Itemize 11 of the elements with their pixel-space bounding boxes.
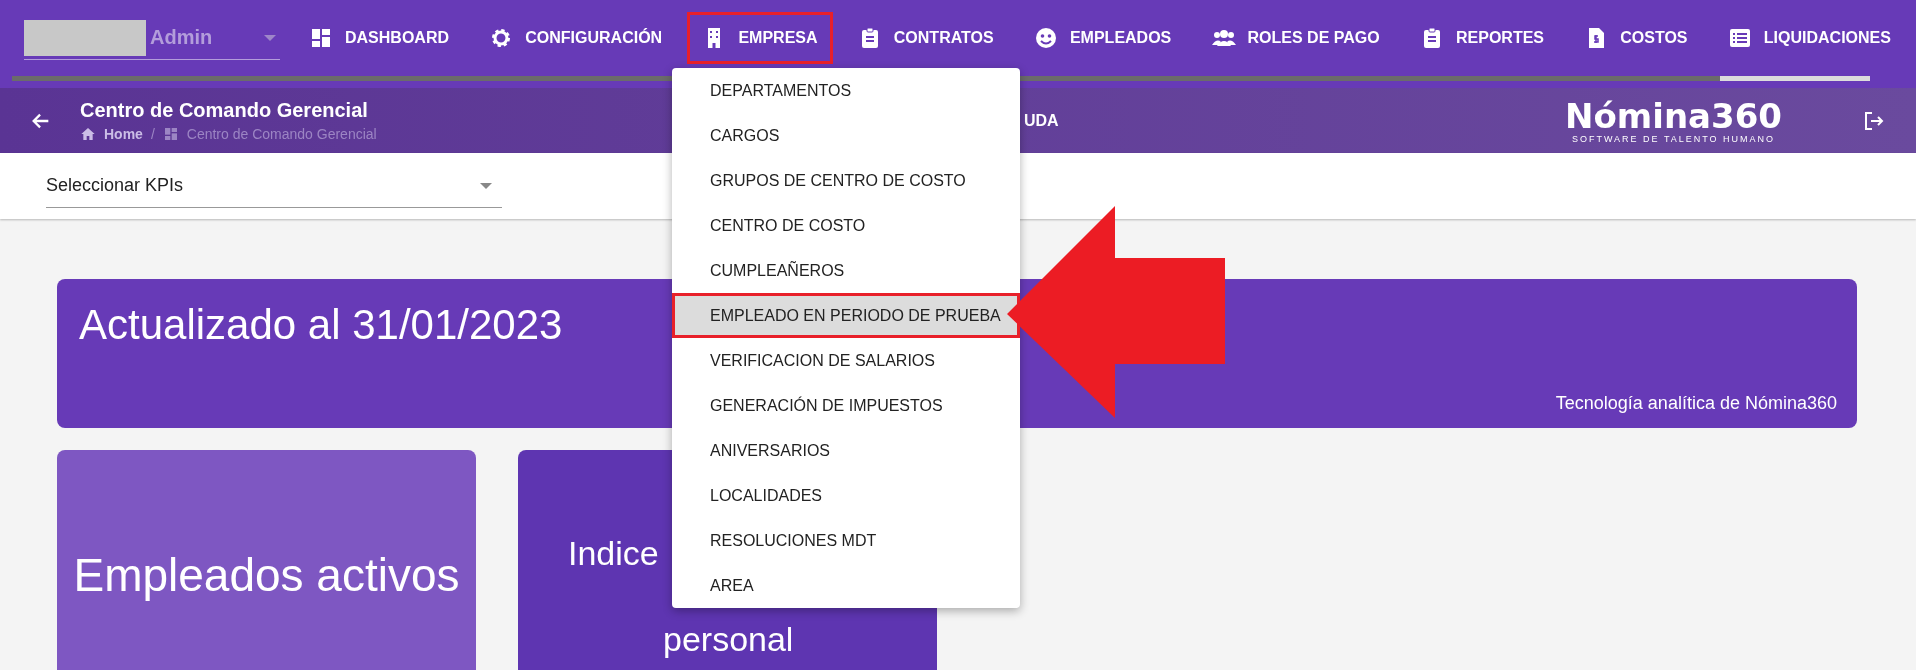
user-role: Admin	[150, 26, 214, 49]
card-title: Empleados activos	[73, 548, 460, 602]
breadcrumb-separator: /	[150, 126, 155, 142]
banner-footer: Tecnología analítica de Nómina360	[1555, 393, 1837, 414]
logo-name: Nómina360	[1565, 97, 1782, 134]
breadcrumb-current: Centro de Comando Gerencial	[186, 126, 377, 142]
card-title: personal	[663, 619, 794, 660]
logo-tagline: SOFTWARE DE TALENTO HUMANO	[1571, 133, 1776, 144]
banner-title: Actualizado al 31/01/2023	[79, 301, 563, 349]
card-title: Indice	[568, 533, 659, 574]
page-title: Centro de Comando Gerencial	[80, 99, 369, 122]
